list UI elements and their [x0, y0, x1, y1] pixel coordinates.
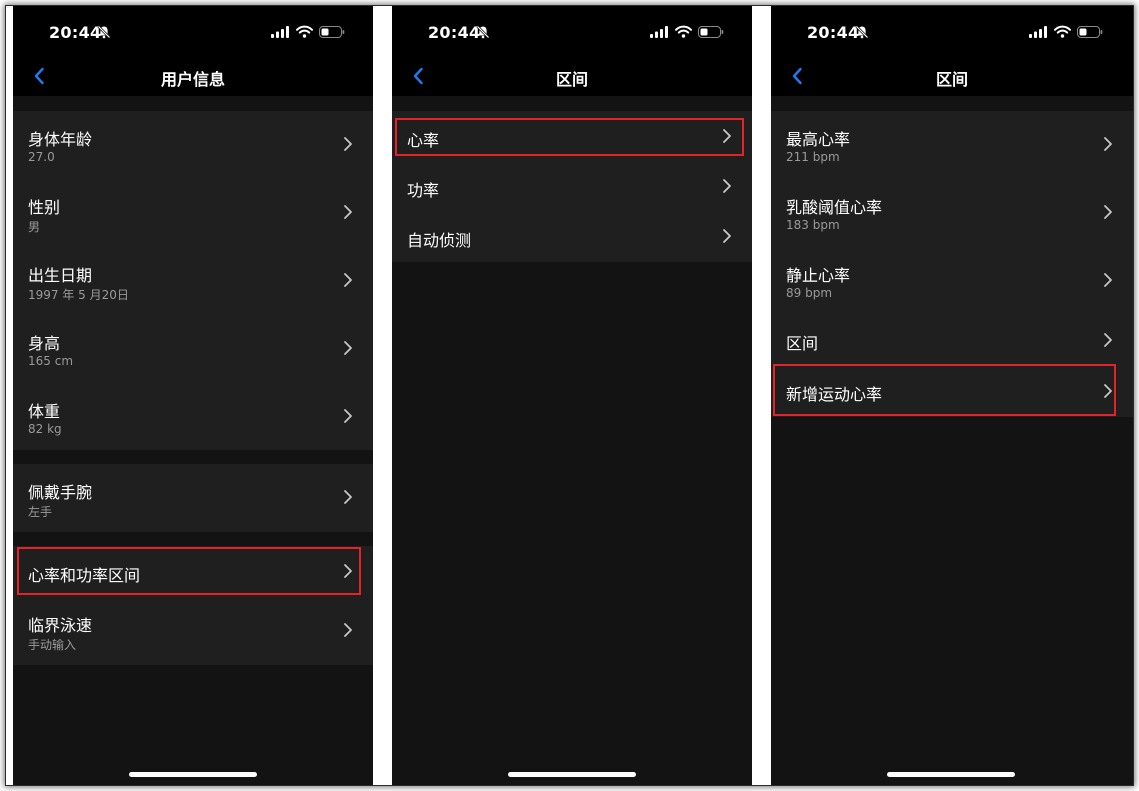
settings-row-gender[interactable]: 性别 男: [13, 179, 373, 247]
chevron-right-icon: [344, 490, 352, 504]
chevron-right-icon: [344, 205, 352, 219]
chevron-right-icon: [344, 341, 352, 355]
nav-bar: 用户信息: [13, 58, 373, 96]
nav-bar: 区间: [392, 58, 752, 96]
wifi-icon: [296, 25, 313, 38]
settings-row-wrist[interactable]: 佩戴手腕 左手: [13, 464, 373, 532]
signal-icon: [1029, 26, 1047, 38]
settings-row-auto-detect[interactable]: 自动侦测: [392, 212, 752, 262]
home-indicator[interactable]: [887, 772, 1015, 777]
signal-icon: [271, 26, 289, 38]
status-time: 20:44: [807, 23, 860, 42]
chevron-right-icon: [723, 229, 731, 243]
chevron-right-icon: [344, 137, 352, 151]
status-time: 20:44: [428, 23, 481, 42]
status-time: 20:44: [49, 23, 102, 42]
battery-icon: [698, 26, 724, 38]
page-title: 用户信息: [160, 70, 225, 89]
chevron-right-icon: [1104, 333, 1112, 347]
settings-row-max-hr[interactable]: 最高心率 211 bpm: [771, 111, 1133, 179]
status-bar: 20:44: [13, 6, 373, 58]
signal-icon: [650, 26, 668, 38]
highlight-box: [17, 547, 361, 595]
status-bar: 20:44: [392, 6, 752, 58]
wifi-icon: [675, 25, 692, 38]
phone-screen-hr-zones: 20:44 区间 最高心率 211 bpm 乳酸阈值心率 183 bpm 静止心…: [771, 6, 1133, 785]
wifi-icon: [1054, 25, 1071, 38]
page-title: 区间: [555, 70, 588, 89]
chevron-right-icon: [344, 273, 352, 287]
settings-row-resting-hr[interactable]: 静止心率 89 bpm: [771, 247, 1133, 315]
chevron-right-icon: [344, 623, 352, 637]
settings-group-profile: 身体年龄 27.0 性别 男 出生日期 1997 年 5 月20日 身高 165…: [13, 111, 373, 450]
bell-slash-icon: [97, 25, 111, 39]
nav-bar: 区间: [771, 58, 1133, 96]
settings-row-zones[interactable]: 区间: [771, 315, 1133, 366]
settings-group-wrist: 佩戴手腕 左手: [13, 464, 373, 532]
battery-icon: [319, 26, 345, 38]
status-bar: 20:44: [771, 6, 1133, 58]
settings-row-lthr[interactable]: 乳酸阈值心率 183 bpm: [771, 179, 1133, 247]
page-title: 区间: [935, 70, 968, 89]
chevron-right-icon: [1104, 205, 1112, 219]
highlight-box: [773, 364, 1116, 416]
settings-row-birth-date[interactable]: 出生日期 1997 年 5 月20日: [13, 247, 373, 315]
phone-screen-user-info: 20:44 用户信息 身体年龄 27.0 性别 男 出生日期 1997 年 5 …: [13, 6, 373, 785]
phone-screen-zones: 20:44 区间 心率 功率 自动侦测: [392, 6, 752, 785]
settings-row-weight[interactable]: 体重 82 kg: [13, 383, 373, 450]
chevron-right-icon: [723, 179, 731, 193]
chevron-right-icon: [1104, 273, 1112, 287]
home-indicator[interactable]: [508, 772, 636, 777]
chevron-right-icon: [344, 409, 352, 423]
battery-icon: [1077, 26, 1103, 38]
settings-row-body-age[interactable]: 身体年龄 27.0: [13, 111, 373, 179]
settings-row-height[interactable]: 身高 165 cm: [13, 315, 373, 383]
highlight-box: [395, 118, 744, 156]
bell-slash-icon: [476, 25, 490, 39]
bell-slash-icon: [855, 25, 869, 39]
chevron-right-icon: [1104, 137, 1112, 151]
settings-row-css[interactable]: 临界泳速 手动输入: [13, 597, 373, 665]
home-indicator[interactable]: [129, 772, 257, 777]
settings-row-power[interactable]: 功率: [392, 162, 752, 212]
